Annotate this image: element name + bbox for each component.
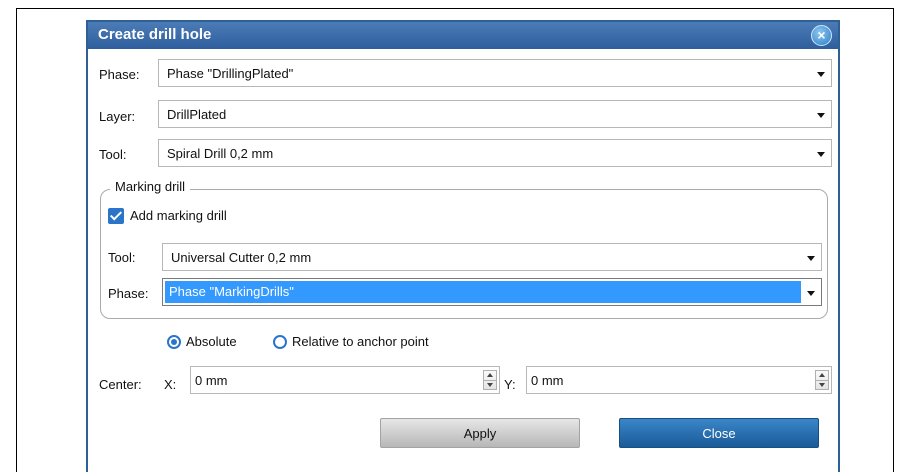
close-button[interactable]: Close (619, 418, 819, 448)
y-spin-buttons[interactable] (815, 370, 829, 390)
marking-tool-label: Tool: (108, 250, 136, 265)
spin-down-icon[interactable] (487, 383, 493, 387)
chevron-down-icon (817, 152, 825, 157)
relative-anchor-label[interactable]: Relative to anchor point (292, 334, 429, 349)
center-y-value: 0 mm (531, 373, 564, 388)
spin-down-icon[interactable] (819, 383, 825, 387)
phase-dropdown[interactable]: Phase "DrillingPlated" (158, 59, 832, 87)
x-spin-buttons[interactable] (483, 370, 497, 390)
phase-label: Phase: (99, 67, 140, 82)
absolute-label[interactable]: Absolute (186, 334, 237, 349)
marking-drill-legend: Marking drill (110, 179, 191, 194)
chevron-down-icon (817, 72, 825, 77)
marking-phase-label: Phase: (108, 286, 149, 301)
marking-phase-dropdown[interactable]: Phase "MarkingDrills" (162, 278, 822, 306)
center-x-input[interactable]: 0 mm (190, 366, 500, 394)
tool-dropdown[interactable]: Spiral Drill 0,2 mm (158, 139, 832, 167)
center-x-value: 0 mm (195, 373, 228, 388)
close-icon[interactable]: × (811, 25, 832, 46)
spin-up-icon[interactable] (819, 373, 825, 377)
layer-label: Layer: (99, 109, 136, 124)
marking-tool-value: Universal Cutter 0,2 mm (171, 250, 312, 265)
apply-button[interactable]: Apply (380, 418, 580, 448)
relative-anchor-radio[interactable] (273, 335, 287, 349)
marking-phase-value: Phase "MarkingDrills" (165, 281, 801, 303)
title-bar: Create drill hole × (88, 22, 838, 49)
absolute-radio[interactable] (167, 335, 181, 349)
chevron-down-icon (817, 113, 825, 118)
chevron-down-icon (807, 291, 815, 296)
y-label: Y: (504, 377, 516, 392)
center-y-input[interactable]: 0 mm (526, 366, 832, 394)
tool-value: Spiral Drill 0,2 mm (167, 146, 274, 161)
tool-label: Tool: (99, 147, 127, 162)
spin-divider (816, 380, 828, 381)
spin-up-icon[interactable] (487, 373, 493, 377)
layer-value: DrillPlated (167, 107, 227, 122)
spin-divider (484, 380, 496, 381)
add-marking-drill-label[interactable]: Add marking drill (130, 208, 227, 223)
layer-dropdown[interactable]: DrillPlated (158, 100, 832, 128)
chevron-down-icon (807, 256, 815, 261)
dialog-title: Create drill hole (98, 26, 212, 43)
marking-tool-dropdown[interactable]: Universal Cutter 0,2 mm (162, 243, 822, 271)
phase-value: Phase "DrillingPlated" (167, 66, 294, 81)
create-drill-hole-dialog: Create drill hole × Phase: Phase "Drilli… (86, 20, 840, 472)
add-marking-drill-checkbox[interactable] (108, 208, 124, 224)
x-label: X: (164, 377, 177, 392)
center-label: Center: (99, 377, 142, 392)
